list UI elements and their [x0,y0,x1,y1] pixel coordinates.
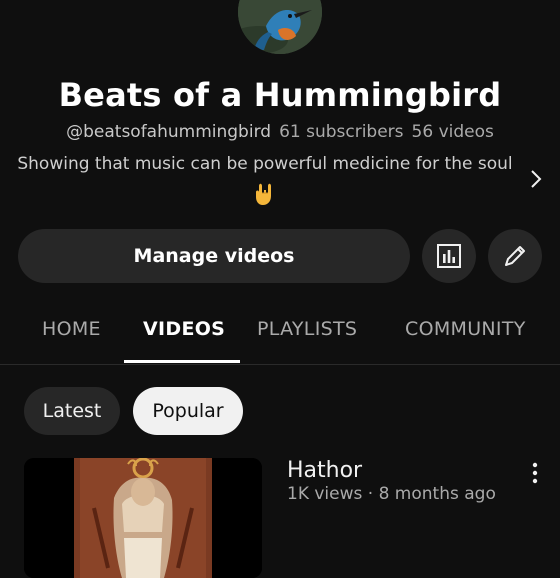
analytics-button[interactable] [422,229,476,283]
rock-hand-emoji-icon [256,183,271,205]
pencil-icon [505,246,525,266]
tab-community[interactable]: COMMUNITY [405,318,526,340]
channel-meta: @beatsofahummingbird 61 subscribers 56 vid… [0,122,560,142]
kingfisher-bird-avatar [238,0,322,54]
video-thumbnail-image [24,458,262,578]
edit-channel-button[interactable] [488,229,542,283]
subscriber-count: 61 subscribers [279,122,404,142]
channel-avatar[interactable] [238,0,322,54]
tab-home[interactable]: HOME [42,318,101,340]
video-count: 56 videos [411,122,494,142]
filter-chip-popular[interactable]: Popular [133,387,243,435]
channel-handle: @beatsofahummingbird [66,122,272,142]
video-title[interactable]: Hathor [287,458,362,483]
filter-chip-latest[interactable]: Latest [24,387,120,435]
video-thumbnail[interactable] [24,458,262,578]
active-tab-indicator [124,360,240,363]
manage-videos-button[interactable]: Manage videos [18,229,410,283]
analytics-icon [437,244,461,268]
tab-playlists[interactable]: PLAYLISTS [257,318,357,340]
video-meta: 1K views · 8 months ago [287,484,496,504]
tab-videos[interactable]: VIDEOS [143,318,225,340]
chevron-right-icon[interactable] [526,166,546,192]
more-vert-icon[interactable] [527,460,543,486]
channel-tabs: HOME VIDEOS PLAYLISTS COMMUNITY [0,302,560,365]
channel-description[interactable]: Showing that music can be powerful medic… [0,154,530,174]
channel-title: Beats of a Hummingbird [58,76,502,114]
